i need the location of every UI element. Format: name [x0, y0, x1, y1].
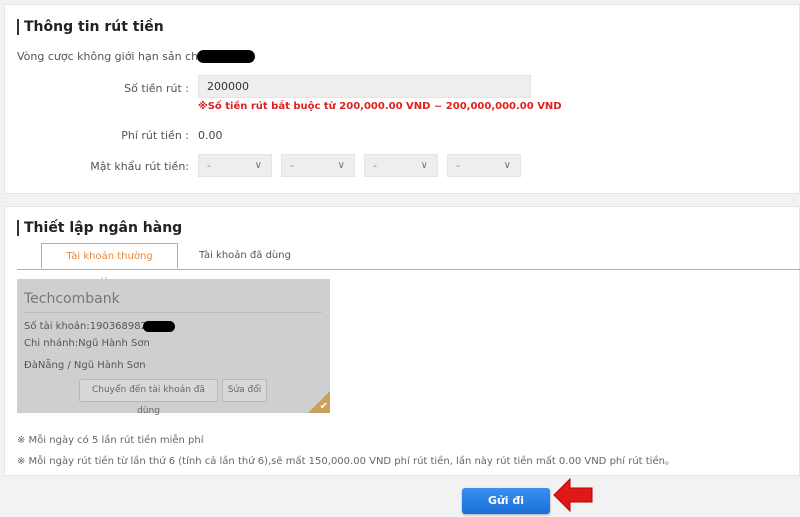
password-select-1[interactable]: - ∨	[198, 154, 272, 177]
branch: Chi nhánh:Ngũ Hành Sơn	[24, 338, 150, 349]
password-select-2[interactable]: - ∨	[281, 154, 355, 177]
withdraw-info-title: Thông tin rút tiền	[17, 19, 164, 35]
fee-label: Phí rút tiền :	[121, 129, 189, 142]
amount-input[interactable]: 200000	[198, 75, 531, 98]
bank-card[interactable]: Techcombank Số tài khoản:190368982 Chi n…	[17, 279, 330, 416]
withdraw-info-panel: Thông tin rút tiền Vòng cược không giới …	[4, 4, 800, 194]
chevron-down-icon: ∨	[337, 160, 345, 171]
note-free-withdrawals: ※ Mỗi ngày có 5 lần rút tiền miễn phí	[17, 435, 204, 446]
amount-label: Số tiền rút :	[124, 82, 189, 95]
fee-value: 0.00	[198, 129, 223, 142]
chevron-down-icon: ∨	[254, 160, 262, 171]
edit-button[interactable]: Sửa đổi	[222, 379, 267, 402]
password-select-3[interactable]: - ∨	[364, 154, 438, 177]
tab-used-account[interactable]: Tài khoản đã dùng	[187, 243, 303, 269]
bank-tabs: Tài khoản thường dùng Tài khoản đã dùng	[17, 243, 800, 288]
password-select-4[interactable]: - ∨	[447, 154, 521, 177]
bank-setup-title: Thiết lập ngân hàng	[17, 220, 182, 236]
chevron-down-icon: ∨	[420, 160, 428, 171]
submit-button[interactable]: Gửi đi	[462, 488, 550, 514]
redacted-value	[143, 321, 175, 332]
tab-common-account[interactable]: Tài khoản thường dùng	[41, 243, 178, 288]
chevron-down-icon: ∨	[503, 160, 511, 171]
bank-setup-panel: Thiết lập ngân hàng Tài khoản thường dùn…	[4, 206, 800, 476]
location: ĐàNẵng / Ngũ Hành Sơn	[24, 360, 146, 371]
red-arrow-icon	[553, 477, 593, 513]
amount-hint: ※Số tiền rút bắt buộc từ 200,000.00 VND …	[198, 101, 562, 112]
password-label: Mật khẩu rút tiền:	[90, 160, 189, 173]
note-fee: ※ Mỗi ngày rút tiền từ lần thứ 6 (tính c…	[17, 456, 675, 467]
move-to-used-button[interactable]: Chuyển đến tài khoản đã dùng	[79, 379, 218, 416]
bank-name: Techcombank	[24, 291, 120, 307]
card-divider	[24, 312, 322, 313]
account-number: Số tài khoản:190368982	[24, 321, 147, 332]
wager-label: Vòng cược không giới hạn sản chơi :	[17, 50, 216, 63]
check-icon: ✔	[319, 401, 328, 412]
redacted-value	[197, 50, 255, 63]
